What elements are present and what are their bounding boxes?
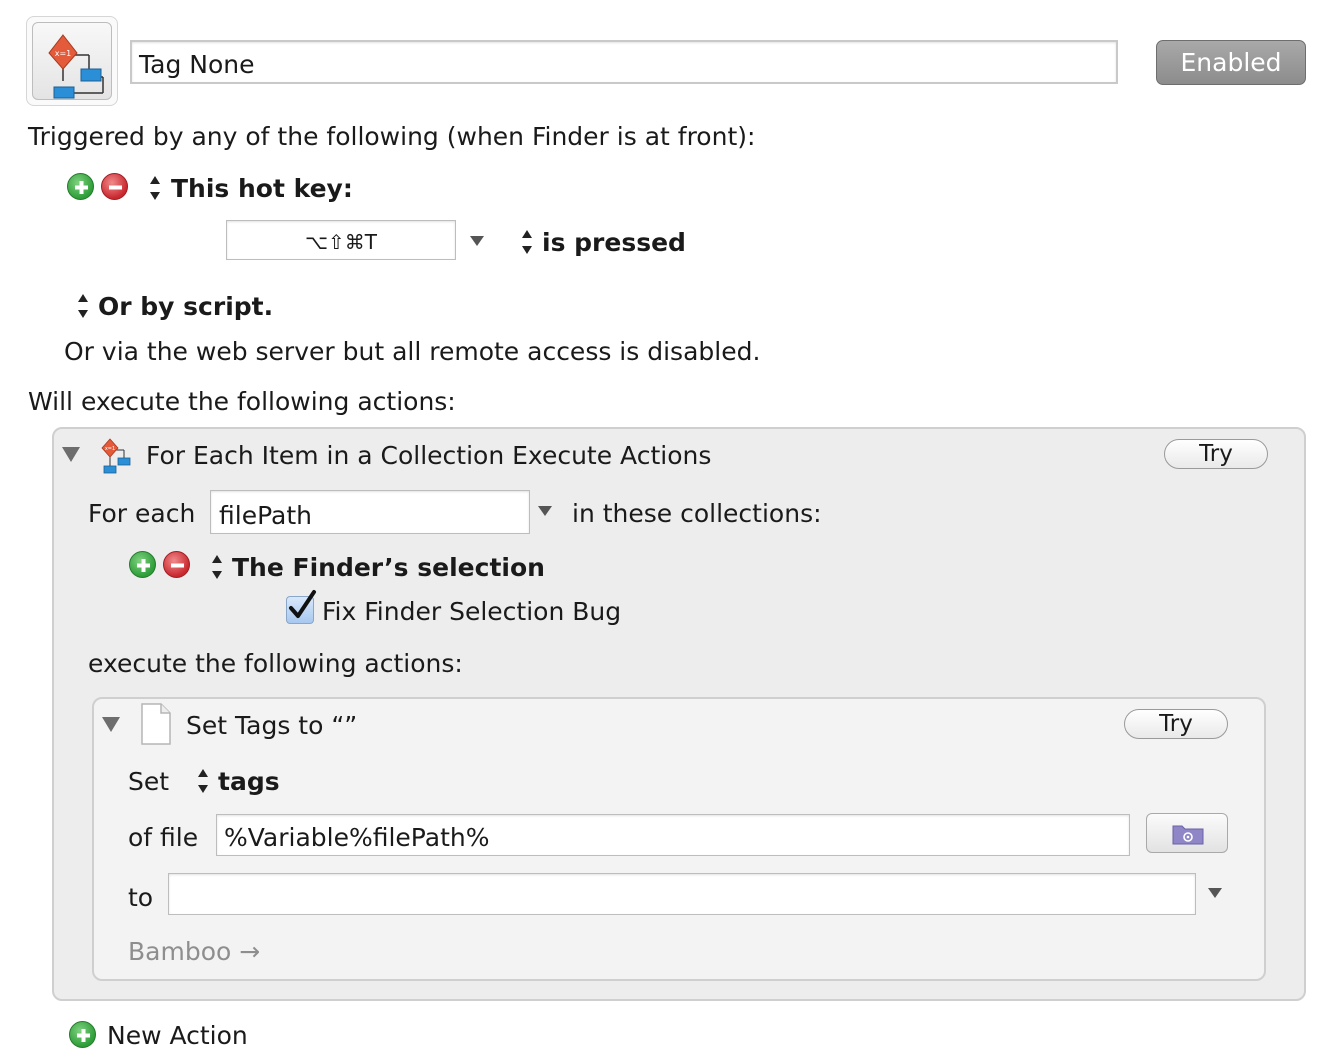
for-each-variable-field[interactable]: filePath bbox=[210, 490, 530, 534]
new-action-button[interactable]: New Action bbox=[107, 1023, 248, 1048]
hotkey-trigger-title: This hot key: bbox=[171, 174, 353, 203]
collections-label: in these collections: bbox=[572, 499, 822, 528]
attribute-stepper-icon[interactable] bbox=[196, 767, 210, 795]
minus-icon bbox=[171, 563, 184, 568]
plus-icon bbox=[137, 559, 150, 572]
folder-icon bbox=[1172, 825, 1204, 845]
remove-trigger-button[interactable] bbox=[101, 173, 128, 200]
svg-text:x=1: x=1 bbox=[105, 446, 115, 452]
tags-popup-arrow-icon[interactable] bbox=[1208, 888, 1222, 898]
document-icon bbox=[141, 703, 171, 745]
add-trigger-button[interactable] bbox=[67, 173, 94, 200]
script-trigger-label: Or by script. bbox=[98, 292, 274, 321]
tags-value-field[interactable] bbox=[168, 873, 1196, 915]
tag-suggestion[interactable]: Bamboo → bbox=[128, 939, 260, 964]
variable-popup-arrow-icon[interactable] bbox=[538, 506, 552, 516]
enabled-button[interactable]: Enabled bbox=[1156, 40, 1306, 85]
set-tags-action-title: Set Tags to “” bbox=[186, 711, 358, 740]
new-action-plus-icon[interactable] bbox=[69, 1021, 96, 1048]
to-label: to bbox=[128, 883, 154, 912]
for-each-action-icon: x=1 bbox=[101, 438, 131, 474]
fix-bug-label: Fix Finder Selection Bug bbox=[322, 597, 622, 626]
disclosure-triangle-icon[interactable] bbox=[102, 717, 120, 732]
hotkey-value: ⌥⇧⌘T bbox=[304, 230, 378, 254]
trigger-intro: Triggered by any of the following (when … bbox=[28, 122, 756, 151]
for-each-variable-value: filePath bbox=[219, 501, 312, 530]
remove-collection-button[interactable] bbox=[163, 551, 190, 578]
hotkey-condition: is pressed bbox=[542, 228, 686, 257]
script-trigger-stepper-icon[interactable] bbox=[76, 292, 90, 320]
web-server-note: Or via the web server but all remote acc… bbox=[64, 337, 761, 366]
add-collection-button[interactable] bbox=[129, 551, 156, 578]
collection-item: The Finder’s selection bbox=[232, 553, 545, 582]
actions-intro: Will execute the following actions: bbox=[28, 387, 456, 416]
trigger-type-stepper-icon[interactable] bbox=[148, 174, 162, 202]
plus-icon bbox=[77, 1029, 90, 1042]
svg-text:x=1: x=1 bbox=[55, 49, 72, 58]
collection-type-stepper-icon[interactable] bbox=[210, 553, 224, 581]
for-each-try-button[interactable]: Try bbox=[1164, 439, 1268, 469]
hotkey-field[interactable]: ⌥⇧⌘T bbox=[226, 220, 456, 260]
set-attribute: tags bbox=[218, 767, 280, 796]
hotkey-popup-arrow-icon[interactable] bbox=[470, 236, 484, 246]
macro-icon-well[interactable]: x=1 bbox=[26, 16, 118, 106]
for-each-label: For each bbox=[88, 499, 196, 528]
plus-icon bbox=[75, 181, 88, 194]
file-path-field[interactable]: %Variable%filePath% bbox=[216, 814, 1130, 856]
macro-name-value: Tag None bbox=[139, 50, 255, 79]
macro-flowchart-icon: x=1 bbox=[32, 22, 112, 100]
for-each-action-title: For Each Item in a Collection Execute Ac… bbox=[146, 441, 712, 470]
file-path-value: %Variable%filePath% bbox=[224, 823, 490, 852]
checkmark-icon bbox=[289, 590, 316, 618]
disclosure-triangle-icon[interactable] bbox=[62, 447, 80, 462]
execute-label: execute the following actions: bbox=[88, 649, 463, 678]
of-file-label: of file bbox=[128, 823, 199, 852]
fix-bug-checkbox[interactable] bbox=[286, 590, 316, 624]
minus-icon bbox=[109, 185, 122, 190]
macro-name-field[interactable]: Tag None bbox=[130, 40, 1118, 84]
set-label: Set bbox=[128, 767, 170, 796]
hotkey-condition-stepper-icon[interactable] bbox=[520, 228, 534, 256]
set-tags-try-button[interactable]: Try bbox=[1124, 709, 1228, 739]
choose-file-button[interactable] bbox=[1146, 813, 1228, 853]
